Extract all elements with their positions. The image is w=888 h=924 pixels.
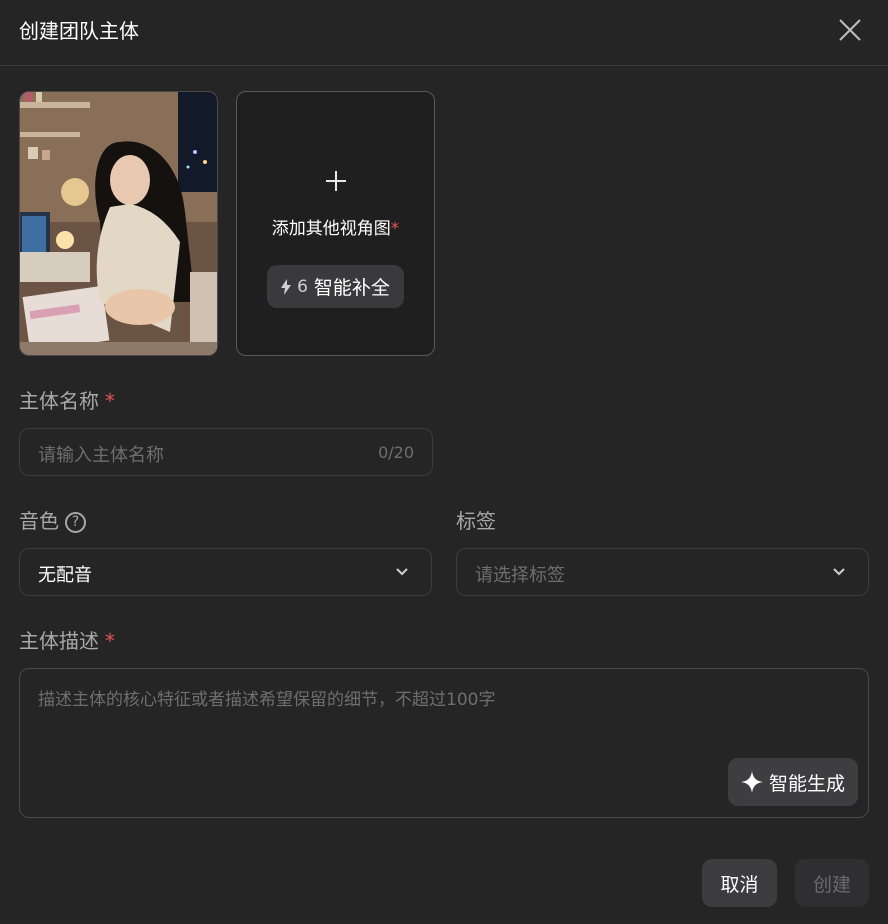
- close-icon[interactable]: [836, 16, 864, 44]
- tags-select[interactable]: 请选择标签: [456, 548, 869, 596]
- name-placeholder: 请输入主体名称: [38, 445, 164, 466]
- voice-selected-value: 无配音: [38, 565, 92, 586]
- help-icon[interactable]: ?: [65, 512, 86, 533]
- smart-fill-count: 6: [297, 276, 308, 297]
- description-label: 主体描述 *: [19, 628, 115, 654]
- lightning-icon: [281, 278, 292, 295]
- name-label: 主体名称 *: [19, 388, 115, 414]
- required-mark: *: [105, 389, 115, 413]
- add-view-label: 添加其他视角图*: [237, 218, 434, 240]
- dialog-header: 创建团队主体: [0, 0, 888, 66]
- create-subject-dialog: 创建团队主体 添加其他视角图* 6 智能补全 主体名称 * 请输入主体名称 0/…: [0, 0, 888, 924]
- smart-fill-label: 智能补全: [313, 277, 390, 299]
- tags-placeholder: 请选择标签: [475, 565, 565, 586]
- create-button[interactable]: 创建: [795, 859, 869, 907]
- cancel-button[interactable]: 取消: [702, 859, 777, 907]
- plus-icon: [326, 171, 346, 191]
- add-view-text: 添加其他视角图: [271, 219, 391, 239]
- chevron-down-icon: [833, 568, 845, 576]
- voice-select[interactable]: 无配音: [19, 548, 432, 596]
- smart-fill-button[interactable]: 6 智能补全: [267, 265, 404, 308]
- voice-label-text: 音色: [19, 509, 59, 533]
- smart-generate-label: 智能生成: [768, 772, 845, 795]
- smart-generate-button[interactable]: 智能生成: [728, 758, 858, 806]
- required-mark: *: [105, 629, 115, 653]
- voice-label: 音色?: [19, 508, 86, 534]
- required-mark: *: [390, 219, 400, 239]
- name-input[interactable]: 请输入主体名称 0/20: [19, 428, 433, 476]
- name-char-counter: 0/20: [378, 443, 414, 462]
- reference-image[interactable]: [19, 91, 218, 356]
- description-textarea[interactable]: 描述主体的核心特征或者描述希望保留的细节，不超过100字 智能生成: [19, 668, 869, 818]
- sparkle-icon: [740, 771, 763, 793]
- chevron-down-icon: [396, 568, 408, 576]
- name-label-text: 主体名称: [19, 389, 99, 413]
- dialog-title: 创建团队主体: [19, 19, 139, 43]
- description-placeholder: 描述主体的核心特征或者描述希望保留的细节，不超过100字: [38, 690, 496, 710]
- tags-label: 标签: [456, 509, 496, 533]
- description-label-text: 主体描述: [19, 629, 99, 653]
- add-view-tile[interactable]: 添加其他视角图* 6 智能补全: [236, 91, 435, 356]
